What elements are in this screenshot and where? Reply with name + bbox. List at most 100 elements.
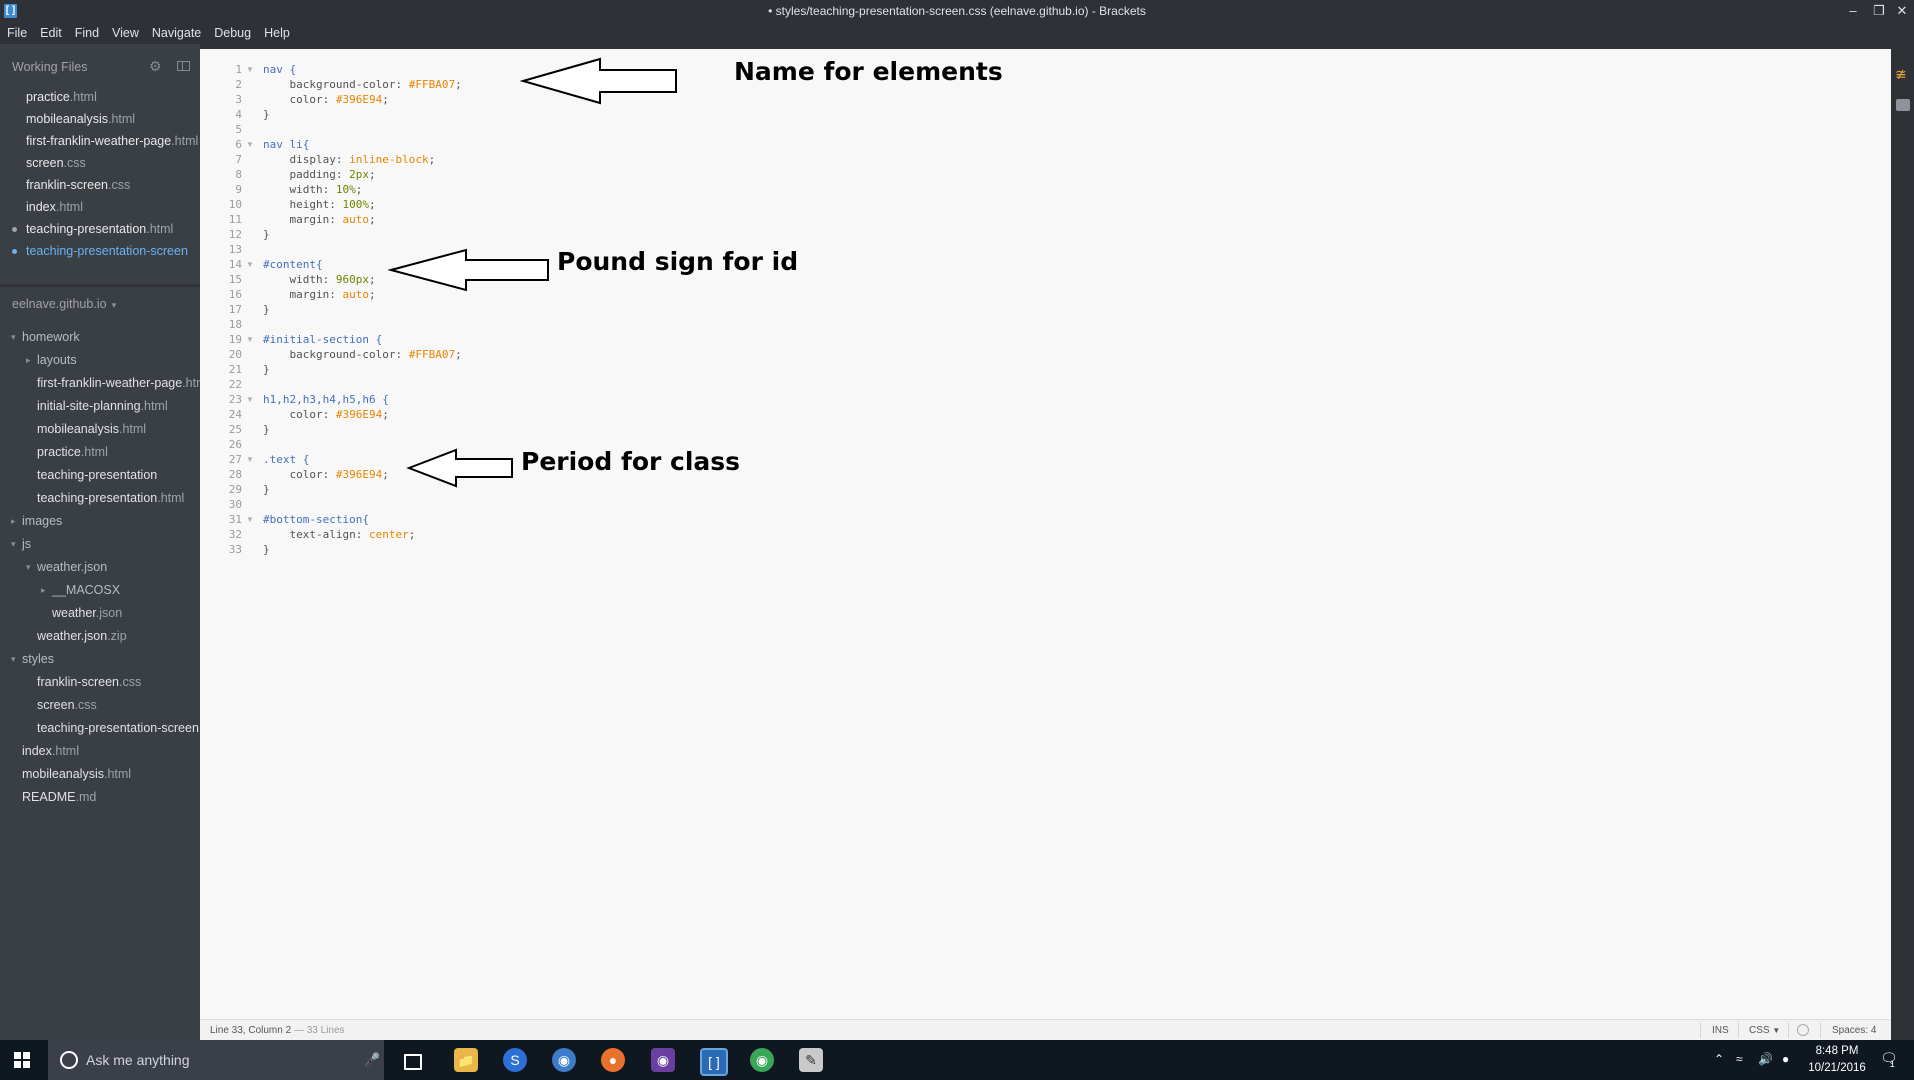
firefox-icon[interactable]: ● <box>601 1048 625 1072</box>
working-file-item[interactable]: screen.css <box>0 152 200 174</box>
tree-folder[interactable]: ▾ weather.json <box>0 556 200 579</box>
fold-toggle-icon[interactable]: ▼ <box>246 332 256 347</box>
tree-file[interactable]: franklin-screen.css <box>0 671 200 694</box>
code-token: background-color: <box>263 348 409 361</box>
microphone-icon[interactable]: 🎤 <box>364 1052 380 1068</box>
code-line: } <box>263 107 462 122</box>
tree-file[interactable]: practice.html <box>0 441 200 464</box>
tree-file[interactable]: teaching-presentation.html <box>0 487 200 510</box>
indent-setting[interactable]: Spaces: 4 <box>1832 1025 1876 1036</box>
gear-icon[interactable]: ⚙ <box>149 58 162 75</box>
tree-file[interactable]: initial-site-planning.html <box>0 395 200 418</box>
working-file-item[interactable]: first-franklin-weather-page.html <box>0 130 200 152</box>
chevron-down-icon[interactable]: ▾ <box>11 533 16 556</box>
windows-start-icon[interactable] <box>14 1052 30 1068</box>
restore-icon[interactable]: ❐ <box>1868 2 1890 20</box>
tree-file[interactable]: mobileanalysis.html <box>0 763 200 786</box>
code-token: padding: <box>263 168 350 181</box>
paint-icon[interactable]: ✎ <box>799 1048 823 1072</box>
working-file-item[interactable]: practice.html <box>0 86 200 108</box>
line-number: 17 <box>228 303 242 316</box>
fold-toggle-icon[interactable]: ▼ <box>246 137 256 152</box>
weather-icon[interactable]: ● <box>1782 1052 1789 1066</box>
snagit-icon[interactable]: S <box>503 1048 527 1072</box>
tree-file[interactable]: mobileanalysis.html <box>0 418 200 441</box>
chevron-down-icon[interactable]: ▾ <box>11 648 16 671</box>
working-file-item[interactable]: teaching-presentation-screen <box>0 240 200 262</box>
clock[interactable]: 8:48 PM 10/21/2016 <box>1807 1043 1867 1077</box>
code-editor[interactable]: 1 2 3 4 5 6 7 8 9 10 11 12 13 14 15 16 17 18 19 20 21 22 23 24 2… <box>200 49 1891 1019</box>
app-icon[interactable]: ◉ <box>651 1048 675 1072</box>
chevron-down-icon[interactable]: ▾ <box>11 326 16 349</box>
file-explorer-icon[interactable]: 📁 <box>454 1048 478 1072</box>
tree-item-name: js <box>22 537 32 551</box>
code-line: nav { <box>263 62 462 77</box>
chevron-right-icon[interactable]: ▸ <box>26 349 31 372</box>
line-number: 13 <box>228 243 242 256</box>
working-file-item[interactable]: index.html <box>0 196 200 218</box>
task-view-icon[interactable] <box>404 1054 422 1070</box>
working-file-item[interactable]: franklin-screen.css <box>0 174 200 196</box>
tree-item-name: practice <box>37 445 81 459</box>
chevron-down-icon[interactable]: ▾ <box>26 556 31 579</box>
line-number: 14 <box>228 258 242 271</box>
tree-folder[interactable]: ▸ images <box>0 510 200 533</box>
app-icon[interactable]: ◉ <box>552 1048 576 1072</box>
fold-toggle-icon[interactable]: ▼ <box>246 392 256 407</box>
project-dropdown[interactable]: eelnave.github.io ▼ <box>12 297 118 311</box>
linter-status-icon[interactable] <box>1797 1024 1809 1036</box>
tree-file[interactable]: weather.json.zip <box>0 625 200 648</box>
split-view-icon[interactable] <box>177 61 190 71</box>
chrome-icon[interactable]: ◉ <box>750 1048 774 1072</box>
tree-file[interactable]: first-franklin-weather-page.html <box>0 372 200 395</box>
cortana-search-input[interactable]: Ask me anything 🎤 <box>48 1040 384 1080</box>
tree-folder[interactable]: ▸ layouts <box>0 349 200 372</box>
menu-view[interactable]: View <box>105 22 145 44</box>
tree-folder[interactable]: ▾ js <box>0 533 200 556</box>
extension-manager-icon[interactable] <box>1896 99 1910 111</box>
minimize-icon[interactable]: – <box>1842 2 1864 20</box>
menu-debug[interactable]: Debug <box>207 22 257 44</box>
menu-find[interactable]: Find <box>68 22 105 44</box>
volume-icon[interactable]: 🔊 <box>1758 1052 1773 1066</box>
file-name: teaching-presentation-screen <box>26 244 188 258</box>
language-select[interactable]: CSS ▼ <box>1749 1025 1780 1036</box>
tree-file[interactable]: screen.css <box>0 694 200 717</box>
insert-mode-toggle[interactable]: INS <box>1712 1025 1729 1036</box>
brackets-icon[interactable]: [ ] <box>700 1048 728 1076</box>
tree-folder[interactable]: ▸ __MACOSX <box>0 579 200 602</box>
line-number: 29 <box>228 483 242 496</box>
working-file-item[interactable]: teaching-presentation.html <box>0 218 200 240</box>
code-token: #396E94 <box>335 468 383 481</box>
working-file-item[interactable]: mobileanalysis.html <box>0 108 200 130</box>
fold-toggle-icon[interactable]: ▼ <box>246 512 256 527</box>
tree-file[interactable]: README.md <box>0 786 200 809</box>
line-number: 20 <box>228 348 242 361</box>
fold-toggle-icon[interactable]: ▼ <box>246 257 256 272</box>
code-line: } <box>263 542 462 557</box>
right-toolbar: ≇ <box>1891 44 1914 1040</box>
tree-file[interactable]: teaching-presentation-screen.css <box>0 717 200 740</box>
fold-toggle-icon[interactable]: ▼ <box>246 62 256 77</box>
chevron-right-icon[interactable]: ▸ <box>11 510 16 533</box>
tree-file[interactable]: index.html <box>0 740 200 763</box>
chevron-right-icon[interactable]: ▸ <box>41 579 46 602</box>
tree-folder[interactable]: ▾ styles <box>0 648 200 671</box>
wifi-icon[interactable]: ≈ <box>1736 1052 1743 1066</box>
tree-file[interactable]: weather.json <box>0 602 200 625</box>
menu-help[interactable]: Help <box>257 22 296 44</box>
code-token: #396E94 <box>335 93 383 106</box>
live-preview-icon[interactable]: ≇ <box>1895 66 1907 83</box>
menu-file[interactable]: File <box>0 22 33 44</box>
close-icon[interactable]: ✕ <box>1891 2 1913 20</box>
status-bar: Line 33, Column 2 — 33 Lines INS CSS ▼ S… <box>200 1019 1891 1041</box>
file-tree: ▾ homework ▸ layouts first-franklin-weather-… <box>0 326 200 809</box>
menu-edit[interactable]: Edit <box>33 22 68 44</box>
chevron-up-icon[interactable]: ⌃ <box>1714 1052 1724 1066</box>
menu-navigate[interactable]: Navigate <box>145 22 207 44</box>
notification-icon[interactable]: 🗨1 <box>1880 1050 1903 1069</box>
tree-file[interactable]: teaching-presentation <box>0 464 200 487</box>
tree-folder[interactable]: ▾ homework <box>0 326 200 349</box>
code-token: 2px <box>349 168 369 181</box>
fold-toggle-icon[interactable]: ▼ <box>246 452 256 467</box>
